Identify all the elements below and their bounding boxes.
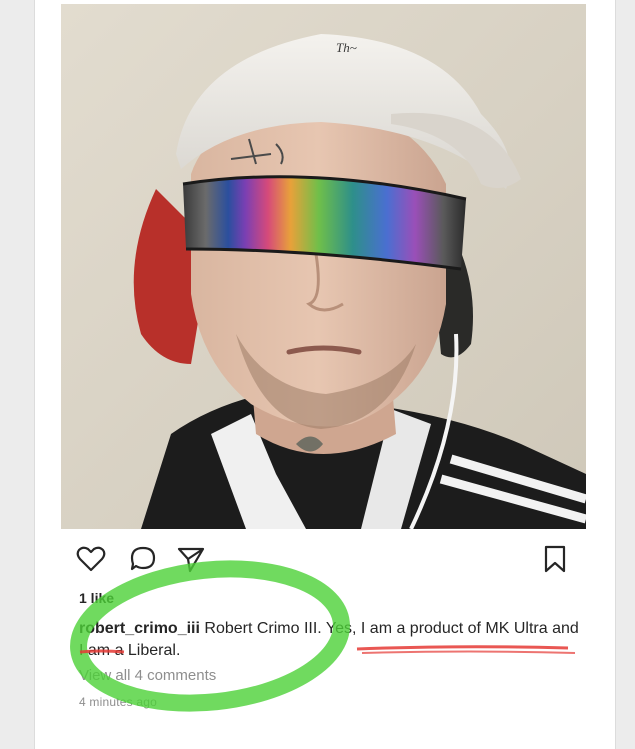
heart-outline-icon[interactable] (76, 544, 106, 579)
paper-plane-icon[interactable] (176, 544, 206, 579)
caption-username[interactable]: robert_crimo_iii (79, 620, 200, 637)
post-caption: robert_crimo_iii Robert Crimo III. Yes, … (79, 618, 579, 662)
like-count[interactable]: 1 like (79, 590, 114, 606)
cap-logo: Th~ (336, 40, 357, 55)
comment-bubble-icon[interactable] (128, 544, 158, 579)
post-timestamp: 4 minutes ago (79, 695, 157, 709)
post-photo[interactable]: Th~ (61, 4, 586, 529)
selfie-image: Th~ (61, 4, 586, 529)
post-action-bar (76, 544, 572, 578)
view-all-comments-link[interactable]: View all 4 comments (79, 667, 216, 684)
bookmark-outline-icon[interactable] (540, 544, 570, 579)
